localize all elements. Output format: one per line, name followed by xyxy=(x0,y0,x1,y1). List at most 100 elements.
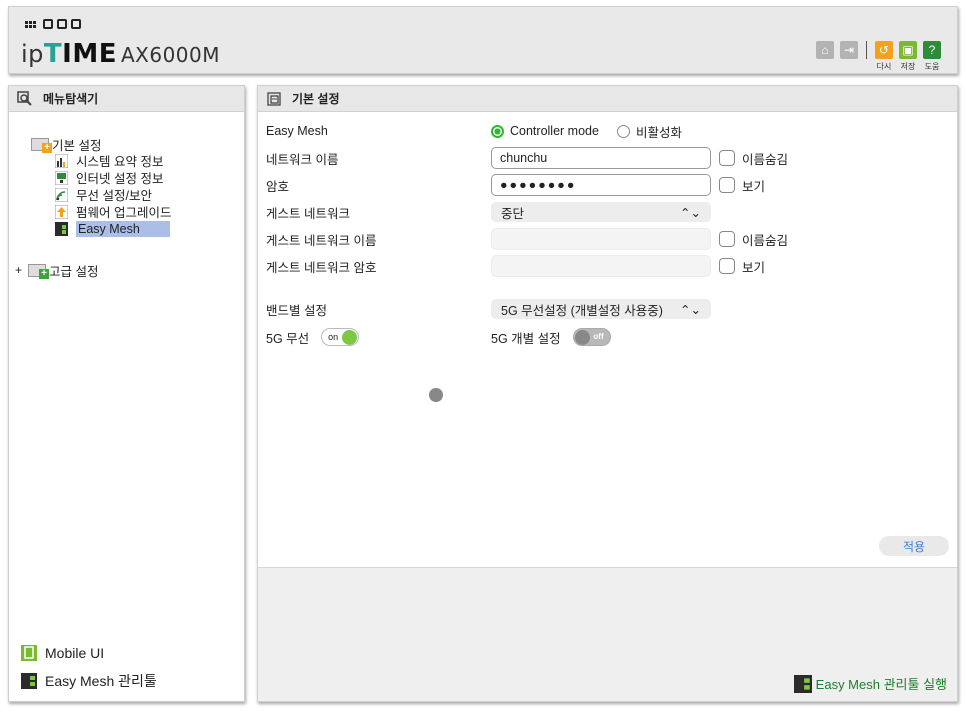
apply-button[interactable]: 적용 xyxy=(879,536,949,556)
upgrade-icon xyxy=(55,204,68,219)
save-label: 저장 xyxy=(900,62,916,71)
toggle-off-text: off xyxy=(593,332,604,341)
content-header: 기본 설정 xyxy=(258,86,957,112)
tree-group-advanced[interactable]: + 고급 설정 xyxy=(15,262,171,279)
easy-mesh-tool-link[interactable]: Easy Mesh 관리툴 xyxy=(21,671,157,691)
reset-button[interactable]: ↺ 다시 xyxy=(875,41,893,72)
menu-tree: 기본 설정 시스템 요약 정보 인터넷 설정 정보 무선 설정/보안 펌웨어 업… xyxy=(15,136,171,279)
mesh-icon xyxy=(793,674,812,693)
mesh-icon xyxy=(55,221,68,236)
password-input[interactable]: ●●●●●●●● xyxy=(491,174,711,196)
reset-label: 다시 xyxy=(876,62,892,71)
guest-network-name-input[interactable] xyxy=(491,228,711,250)
run-easy-mesh-tool-label: Easy Mesh 관리툴 실행 xyxy=(815,677,947,692)
toggle-knob xyxy=(342,330,358,345)
run-easy-mesh-tool-link[interactable]: Easy Mesh 관리툴 실행 xyxy=(793,674,947,693)
wifi-icon xyxy=(55,187,68,202)
toggle-on-text: on xyxy=(328,332,339,342)
logout-icon[interactable]: ⇥ xyxy=(840,41,858,59)
menu-explorer-header: 메뉴탐색기 xyxy=(9,86,244,112)
easy-mesh-mode-group: Controller mode 비활성화 xyxy=(491,120,682,142)
menu-explorer-title: 메뉴탐색기 xyxy=(43,92,99,106)
guest-network-row: 게스트 네트워크 xyxy=(266,201,350,223)
guest-network-select[interactable]: 중단 ⌃⌄ xyxy=(491,202,711,222)
guest-hide-name-label: 이름숨김 xyxy=(742,233,789,248)
chart-icon xyxy=(55,153,68,168)
question-icon: ? xyxy=(923,41,941,59)
guest-password-row: 게스트 네트워크 암호 xyxy=(266,255,376,277)
mobile-ui-link[interactable]: Mobile UI xyxy=(21,643,157,663)
individual-5g-toggle[interactable]: off xyxy=(572,328,611,346)
easy-mesh-label: Easy Mesh xyxy=(266,124,328,138)
tree-group-advanced-label: 고급 설정 xyxy=(49,264,99,279)
guest-show-password-label: 보기 xyxy=(742,260,766,275)
band-setting-label: 밴드별 설정 xyxy=(266,303,327,318)
phone-icon xyxy=(21,645,37,661)
guest-show-password-checkbox[interactable] xyxy=(719,258,735,274)
guest-hide-name-checkbox[interactable] xyxy=(719,231,735,247)
individual-5g-label: 5G 개별 설정 xyxy=(491,331,561,346)
monitor-icon xyxy=(55,170,68,185)
band-setting-row: 밴드별 설정 xyxy=(266,298,327,320)
tree-group-basic[interactable]: 기본 설정 xyxy=(31,136,171,153)
network-name-input[interactable]: chunchu xyxy=(491,147,711,169)
network-name-label: 네트워크 이름 xyxy=(266,152,339,167)
folder-icon xyxy=(31,137,52,153)
tree-item-easy-mesh[interactable]: Easy Mesh xyxy=(31,220,171,237)
menu-explorer-panel: 메뉴탐색기 기본 설정 시스템 요약 정보 인터넷 설정 정보 무선 설정/보안… xyxy=(8,85,245,702)
network-name-row: 네트워크 이름 xyxy=(266,147,338,169)
hide-name-checkbox[interactable] xyxy=(719,150,735,166)
settings-page-icon xyxy=(266,91,282,107)
home-icon[interactable]: ⌂ xyxy=(816,41,834,59)
controller-mode-radio[interactable] xyxy=(491,124,504,138)
tree-item-wireless-security[interactable]: 무선 설정/보안 xyxy=(31,186,171,203)
tree-item-system-summary[interactable]: 시스템 요약 정보 xyxy=(31,152,171,169)
guest-network-password-label: 게스트 네트워크 암호 xyxy=(266,260,377,275)
tree-item-label: Easy Mesh xyxy=(76,220,170,237)
band-setting-select[interactable]: 5G 무선설정 (개별설정 사용중) ⌃⌄ xyxy=(491,299,711,319)
easy-mesh-tool-label: Easy Mesh 관리툴 xyxy=(45,673,157,689)
toggle-knob xyxy=(574,330,590,345)
tree-item-label: 펌웨어 업그레이드 xyxy=(76,206,172,220)
content-footer: Easy Mesh 관리툴 실행 xyxy=(258,567,957,701)
loading-dot xyxy=(429,388,443,402)
top-header: ipTIME AX6000M ⌂ ⇥ ↺ 다시 ▣ 저장 ? 도움 xyxy=(8,6,958,74)
guest-network-select-value: 중단 xyxy=(501,206,525,221)
wifi-5g-row: 5G 무선 on xyxy=(266,326,360,348)
wifi-5g-label: 5G 무선 xyxy=(266,331,310,346)
mesh-icon xyxy=(21,673,37,689)
save-button[interactable]: ▣ 저장 xyxy=(899,41,917,72)
expand-plus-icon[interactable]: + xyxy=(15,263,25,277)
help-label: 도움 xyxy=(924,62,940,71)
guest-network-label: 게스트 네트워크 xyxy=(266,206,350,221)
folder-icon xyxy=(28,263,49,279)
guest-name-row: 게스트 네트워크 이름 xyxy=(266,228,376,250)
show-password-checkbox[interactable] xyxy=(719,177,735,193)
undo-icon: ↺ xyxy=(875,41,893,59)
updown-chevron-icon: ⌃⌄ xyxy=(680,302,701,317)
help-button[interactable]: ? 도움 xyxy=(923,41,941,72)
guest-network-name-label: 게스트 네트워크 이름 xyxy=(266,233,377,248)
tree-item-firmware-upgrade[interactable]: 펌웨어 업그레이드 xyxy=(31,203,171,220)
updown-chevron-icon: ⌃⌄ xyxy=(680,205,701,220)
mobile-ui-label: Mobile UI xyxy=(45,645,105,661)
floppy-icon: ▣ xyxy=(899,41,917,59)
content-panel: 기본 설정 Easy Mesh Controller mode 비활성화 네트워… xyxy=(257,85,958,702)
band-setting-select-value: 5G 무선설정 (개별설정 사용중) xyxy=(501,303,663,318)
disable-radio[interactable] xyxy=(616,124,630,138)
password-row: 암호 xyxy=(266,174,289,196)
magnifier-icon xyxy=(17,90,33,107)
password-label: 암호 xyxy=(266,179,290,194)
model-name: AX6000M xyxy=(120,43,221,67)
guest-network-password-input[interactable] xyxy=(491,255,711,277)
disable-label: 비활성화 xyxy=(635,125,682,140)
wifi-5g-toggle[interactable]: on xyxy=(321,328,360,346)
tree-item-internet-settings[interactable]: 인터넷 설정 정보 xyxy=(31,169,171,186)
controller-mode-label: Controller mode xyxy=(510,124,599,138)
iptime-dots-logo xyxy=(25,19,81,29)
brand-logo: ipTIME AX6000M xyxy=(21,39,221,69)
content-title: 기본 설정 xyxy=(292,92,340,106)
header-separator xyxy=(866,41,867,59)
show-password-label: 보기 xyxy=(742,179,766,194)
easy-mesh-row: Easy Mesh xyxy=(266,120,328,142)
